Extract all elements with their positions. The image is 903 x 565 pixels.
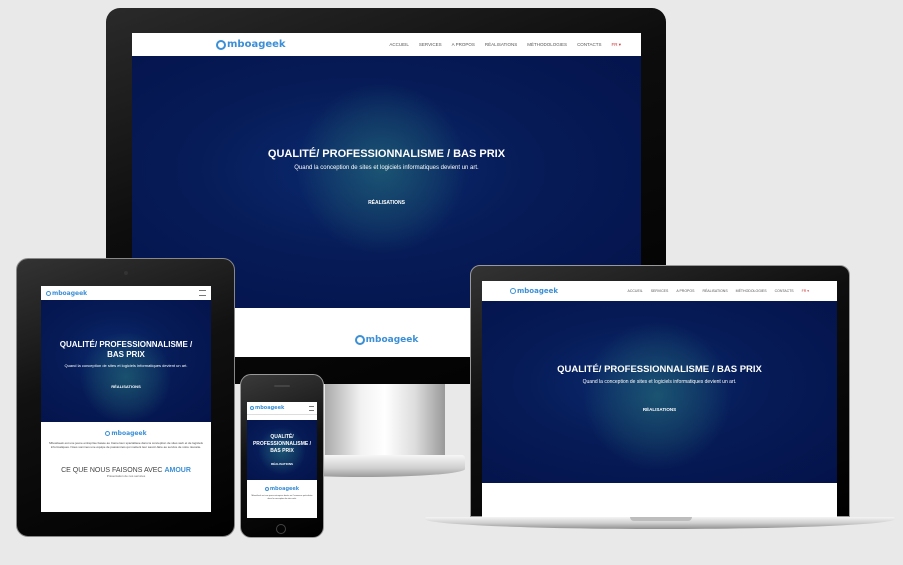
laptop-hero-subtitle: Quand la conception de sites et logiciel… bbox=[582, 379, 737, 385]
main-menu: ACCUEIL SERVICES A PROPOS RÉALISATIONS M… bbox=[389, 42, 621, 48]
tablet-hero-title: QUALITÉ/ PROFESSIONNALISME / BAS PRIX bbox=[59, 340, 193, 359]
laptop-menu: ACCUEIL SERVICES A PROPOS RÉALISATIONS M… bbox=[628, 289, 809, 293]
tablet-about-text: MboaGeek est une jeune entreprise basée … bbox=[49, 441, 203, 449]
menu-item-services[interactable]: SERVICES bbox=[651, 289, 669, 293]
phone-device: mboageek QUALITÉ/ PROFESSIONNALISME / BA… bbox=[240, 374, 324, 538]
logo-g-icon bbox=[216, 39, 226, 50]
menu-item-methodologies[interactable]: MÉTHODOLOGIES bbox=[527, 42, 567, 48]
menu-item-contacts[interactable]: CONTACTS bbox=[775, 289, 794, 293]
tablet-about-logo: mboageek bbox=[41, 430, 211, 437]
laptop-hero-title: QUALITÉ/ PROFESSIONNALISME / BAS PRIX bbox=[557, 364, 762, 375]
tablet-section-subtitle: Présentation de nos services bbox=[106, 474, 146, 478]
tablet-navbar: mboageek bbox=[41, 286, 211, 301]
laptop-notch bbox=[630, 517, 692, 521]
menu-item-realisations[interactable]: RÉALISATIONS bbox=[485, 42, 517, 48]
logo-g-icon bbox=[105, 431, 111, 436]
logo-g-icon bbox=[250, 406, 254, 410]
tablet-section-title: CE QUE NOUS FAISONS AVEC AMOUR bbox=[61, 467, 191, 474]
phone-speaker-icon bbox=[274, 385, 290, 387]
tablet-device: mboageek QUALITÉ/ PROFESSIONNALISME / BA… bbox=[16, 258, 235, 537]
tablet-screen: mboageek QUALITÉ/ PROFESSIONNALISME / BA… bbox=[41, 286, 211, 512]
language-selector[interactable]: FR ▾ bbox=[802, 289, 809, 293]
tablet-logo[interactable]: mboageek bbox=[46, 290, 87, 297]
menu-item-methodologies[interactable]: MÉTHODOLOGIES bbox=[736, 289, 767, 293]
phone-home-button-icon bbox=[276, 524, 286, 534]
laptop-cta-button[interactable]: RÉALISATIONS bbox=[482, 407, 837, 412]
phone-navbar: mboageek bbox=[247, 402, 317, 415]
phone-about-text: MboaGeek est une jeune entreprise basée … bbox=[251, 495, 313, 500]
site-logo[interactable]: mboageek bbox=[216, 39, 286, 50]
phone-about-section: mboageek MboaGeek est une jeune entrepri… bbox=[247, 480, 317, 518]
menu-item-accueil[interactable]: ACCUEIL bbox=[628, 289, 643, 293]
menu-item-apropos[interactable]: A PROPOS bbox=[676, 289, 694, 293]
navbar: mboageek ACCUEIL SERVICES A PROPOS RÉALI… bbox=[132, 33, 641, 57]
tablet-cta-button[interactable]: RÉALISATIONS bbox=[41, 384, 211, 389]
phone-hero: QUALITÉ/ PROFESSIONNALISME / BAS PRIX RÉ… bbox=[247, 420, 317, 480]
tablet-camera-icon bbox=[124, 271, 128, 275]
phone-cta-button[interactable]: RÉALISATIONS bbox=[247, 462, 317, 466]
laptop-logo[interactable]: mboageek bbox=[510, 287, 558, 295]
hamburger-menu-icon[interactable] bbox=[309, 405, 314, 411]
logo-g-icon bbox=[354, 335, 365, 345]
tablet-hero: QUALITÉ/ PROFESSIONNALISME / BAS PRIX Qu… bbox=[41, 300, 211, 425]
laptop-hero: QUALITÉ/ PROFESSIONNALISME / BAS PRIX Qu… bbox=[482, 301, 837, 483]
monitor-neck bbox=[325, 384, 445, 464]
hero-background-logo bbox=[582, 321, 732, 471]
hamburger-menu-icon[interactable] bbox=[199, 290, 206, 296]
logo-g-icon bbox=[264, 487, 269, 491]
logo-g-icon bbox=[510, 288, 516, 294]
phone-logo[interactable]: mboageek bbox=[250, 405, 284, 411]
laptop-device: mboageek ACCUEIL SERVICES A PROPOS RÉALI… bbox=[470, 265, 850, 525]
tablet-about-section: mboageek MboaGeek est une jeune entrepri… bbox=[41, 422, 211, 512]
tablet-hero-subtitle: Quand la conception de sites et logiciel… bbox=[64, 363, 188, 368]
laptop-about-section bbox=[482, 483, 837, 517]
menu-item-services[interactable]: SERVICES bbox=[419, 42, 442, 48]
hero-cta-button[interactable]: RÉALISATIONS bbox=[132, 200, 641, 206]
hero-title: QUALITÉ/ PROFESSIONNALISME / BAS PRIX bbox=[267, 148, 506, 160]
laptop-screen: mboageek ACCUEIL SERVICES A PROPOS RÉALI… bbox=[482, 281, 837, 517]
laptop-navbar: mboageek ACCUEIL SERVICES A PROPOS RÉALI… bbox=[482, 281, 837, 302]
hero-subtitle: Quand la conception de sites et logiciel… bbox=[294, 165, 479, 171]
language-selector[interactable]: FR ▾ bbox=[611, 42, 621, 48]
menu-item-contacts[interactable]: CONTACTS bbox=[577, 42, 601, 48]
menu-item-accueil[interactable]: ACCUEIL bbox=[389, 42, 409, 48]
menu-item-realisations[interactable]: RÉALISATIONS bbox=[702, 289, 727, 293]
logo-g-icon bbox=[46, 290, 51, 296]
phone-screen: mboageek QUALITÉ/ PROFESSIONNALISME / BA… bbox=[247, 402, 317, 518]
phone-hero-title: QUALITÉ/ PROFESSIONNALISME / BAS PRIX bbox=[252, 434, 312, 454]
menu-item-apropos[interactable]: A PROPOS bbox=[452, 42, 475, 48]
